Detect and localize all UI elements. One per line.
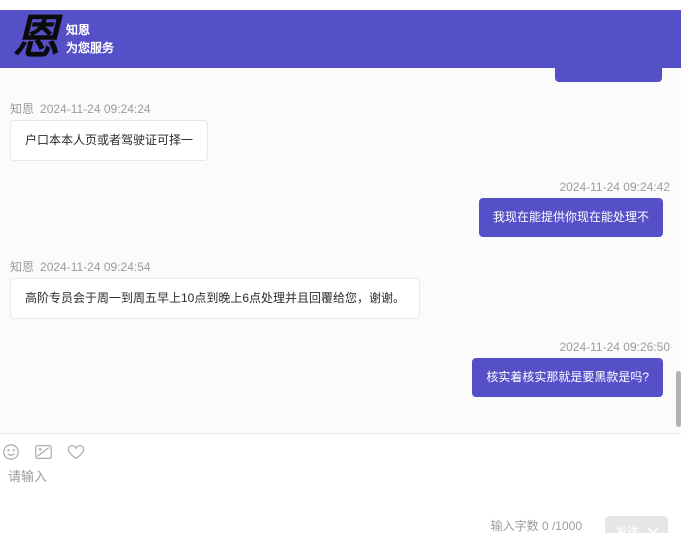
char-count: 输入字数 0 /1000: [491, 519, 582, 533]
chat-window: 恩 知恩 为您服务 知恩 2024-11-24 09:24:24 户口本本人页或者…: [0, 0, 681, 533]
message-meta: 2024-11-24 09:26:50: [559, 340, 670, 354]
message-input[interactable]: 请输入: [8, 468, 508, 488]
favorite-button[interactable]: [66, 444, 86, 464]
brand-logo: 恩: [10, 9, 62, 67]
image-upload-button[interactable]: [33, 444, 53, 464]
agent-tagline: 为您服务: [66, 40, 114, 56]
message-bubble-partial: [555, 68, 662, 82]
message-meta: 2024-11-24 09:24:42: [559, 180, 670, 194]
send-button[interactable]: 发送: [605, 516, 668, 533]
message-sender: 知恩: [10, 102, 34, 116]
message-timestamp: 2024-11-24 09:24:42: [559, 180, 670, 194]
message-bubble: 户口本本人页或者驾驶证可择一: [10, 120, 208, 161]
send-button-label: 发送: [615, 523, 639, 533]
chevron-down-icon[interactable]: [647, 527, 659, 533]
image-icon: [34, 443, 53, 466]
scrollbar-thumb[interactable]: [676, 371, 681, 427]
composer-divider: [0, 433, 681, 434]
message-timestamp: 2024-11-24 09:24:24: [40, 102, 151, 116]
message-bubble: 高阶专员会于周一到周五早上10点到晚上6点处理并且回覆给您，谢谢。: [10, 278, 420, 319]
agent-name: 知恩: [66, 22, 90, 38]
message-sender: 知恩: [10, 260, 34, 274]
message-meta: 知恩 2024-11-24 09:24:24: [10, 102, 151, 116]
message-timestamp: 2024-11-24 09:24:54: [40, 260, 151, 274]
message-meta: 知恩 2024-11-24 09:24:54: [10, 260, 151, 274]
chat-header: 恩 知恩 为您服务: [0, 10, 681, 68]
heart-icon: [66, 443, 86, 466]
message-timestamp: 2024-11-24 09:26:50: [559, 340, 670, 354]
message-bubble: 核实着核实那就是要黑款是吗?: [472, 358, 663, 397]
smiley-icon: [2, 443, 20, 466]
message-bubble: 我现在能提供你现在能处理不: [479, 198, 663, 237]
emoji-button[interactable]: [1, 444, 21, 464]
